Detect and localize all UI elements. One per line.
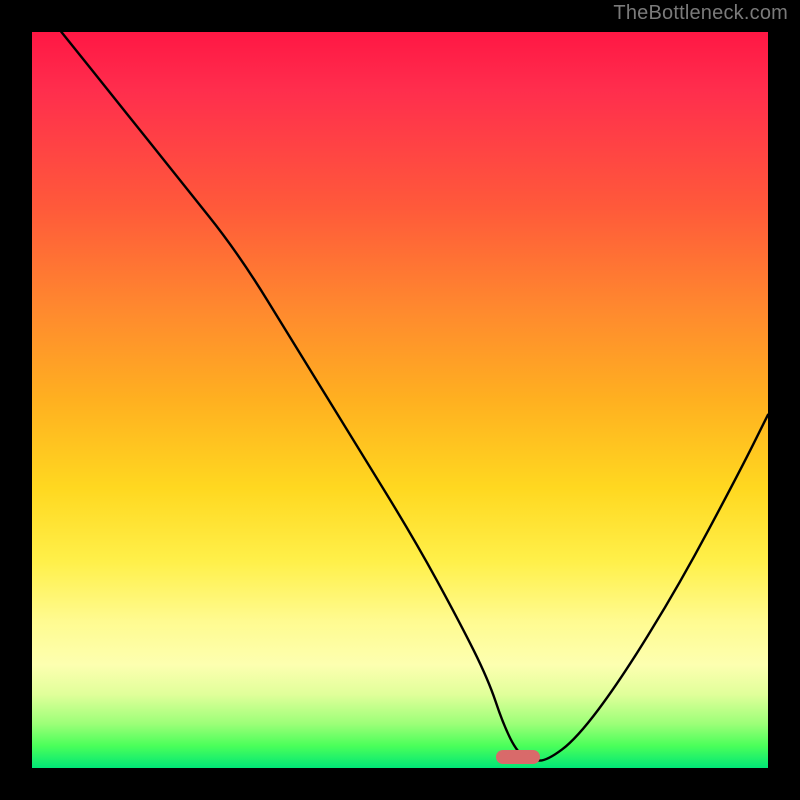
bottleneck-curve [32, 32, 768, 768]
chart-frame: TheBottleneck.com [0, 0, 800, 800]
plot-area [32, 32, 768, 768]
watermark-label: TheBottleneck.com [613, 2, 788, 25]
optimal-marker [496, 750, 540, 764]
